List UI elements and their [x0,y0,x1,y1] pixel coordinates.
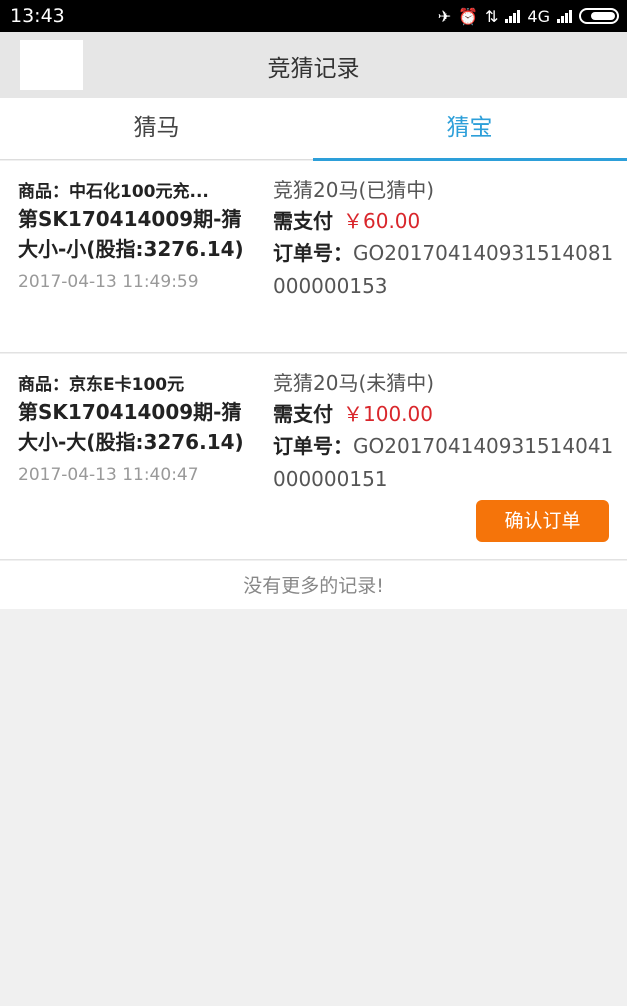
record-date: 2017-04-13 11:40:47 [18,465,199,485]
payment-label: 需支付 [273,402,333,426]
record-item[interactable]: 商品：京东E卡100元 第SK170414009期-猜大小-大(股指:3276.… [0,354,627,560]
payment-label: 需支付 [273,209,333,233]
record-goods: 商品：中石化100元充... [18,182,209,202]
record-details: 竞猜20马(已猜中) 需支付 ￥60.00 订单号：GO2017041409315… [273,175,618,303]
order-label: 订单号： [273,434,353,458]
title-bar: 竞猜记录 [0,32,627,98]
record-order: 订单号：GO201704140931514081000000153 [273,237,618,303]
status-time: 13:43 [10,5,65,27]
data-transfer-icon: ⇅ [485,6,499,26]
record-item[interactable]: 商品：中石化100元充... 第SK170414009期-猜大小-小(股指:32… [0,161,627,353]
tab-guess-treasure[interactable]: 猜宝 [313,98,627,161]
confirm-order-button[interactable]: 确认订单 [476,500,609,542]
status-icons: ✈ ⏰ ⇅ 4G [438,4,619,28]
alarm-icon: ⏰ [458,6,479,26]
order-label: 订单号： [273,241,353,265]
payment-amount: ￥60.00 [343,209,421,233]
record-payment: 需支付 ￥60.00 [273,205,618,237]
page-title: 竞猜记录 [267,56,360,82]
record-details: 竞猜20马(未猜中) 需支付 ￥100.00 订单号：GO201704140931… [273,368,618,496]
record-guess: 竞猜20马(已猜中) [273,178,435,202]
signal-icon [505,9,521,23]
tab-guess-horse[interactable]: 猜马 [0,98,313,160]
signal-icon-2 [557,9,572,23]
mute-icon: ✈ [437,6,452,26]
record-info: 商品：中石化100元充... 第SK170414009期-猜大小-小(股指:32… [18,177,258,292]
battery-icon [579,8,619,24]
tab-bar: 猜马 猜宝 [0,98,627,161]
no-more-records: 没有更多的记录! [0,561,627,609]
status-bar: 13:43 ✈ ⏰ ⇅ 4G [0,0,627,32]
payment-amount: ￥100.00 [343,402,433,426]
record-order: 订单号：GO201704140931514041000000151 [273,430,618,496]
record-guess: 竞猜20马(未猜中) [273,371,435,395]
record-period: 第SK170414009期-猜大小-小(股指:3276.14) [18,207,244,261]
record-goods: 商品：京东E卡100元 [18,375,185,395]
network-type: 4G [527,6,550,26]
record-date: 2017-04-13 11:49:59 [18,272,199,292]
record-period: 第SK170414009期-猜大小-大(股指:3276.14) [18,400,244,454]
record-payment: 需支付 ￥100.00 [273,398,618,430]
record-info: 商品：京东E卡100元 第SK170414009期-猜大小-大(股指:3276.… [18,370,258,485]
